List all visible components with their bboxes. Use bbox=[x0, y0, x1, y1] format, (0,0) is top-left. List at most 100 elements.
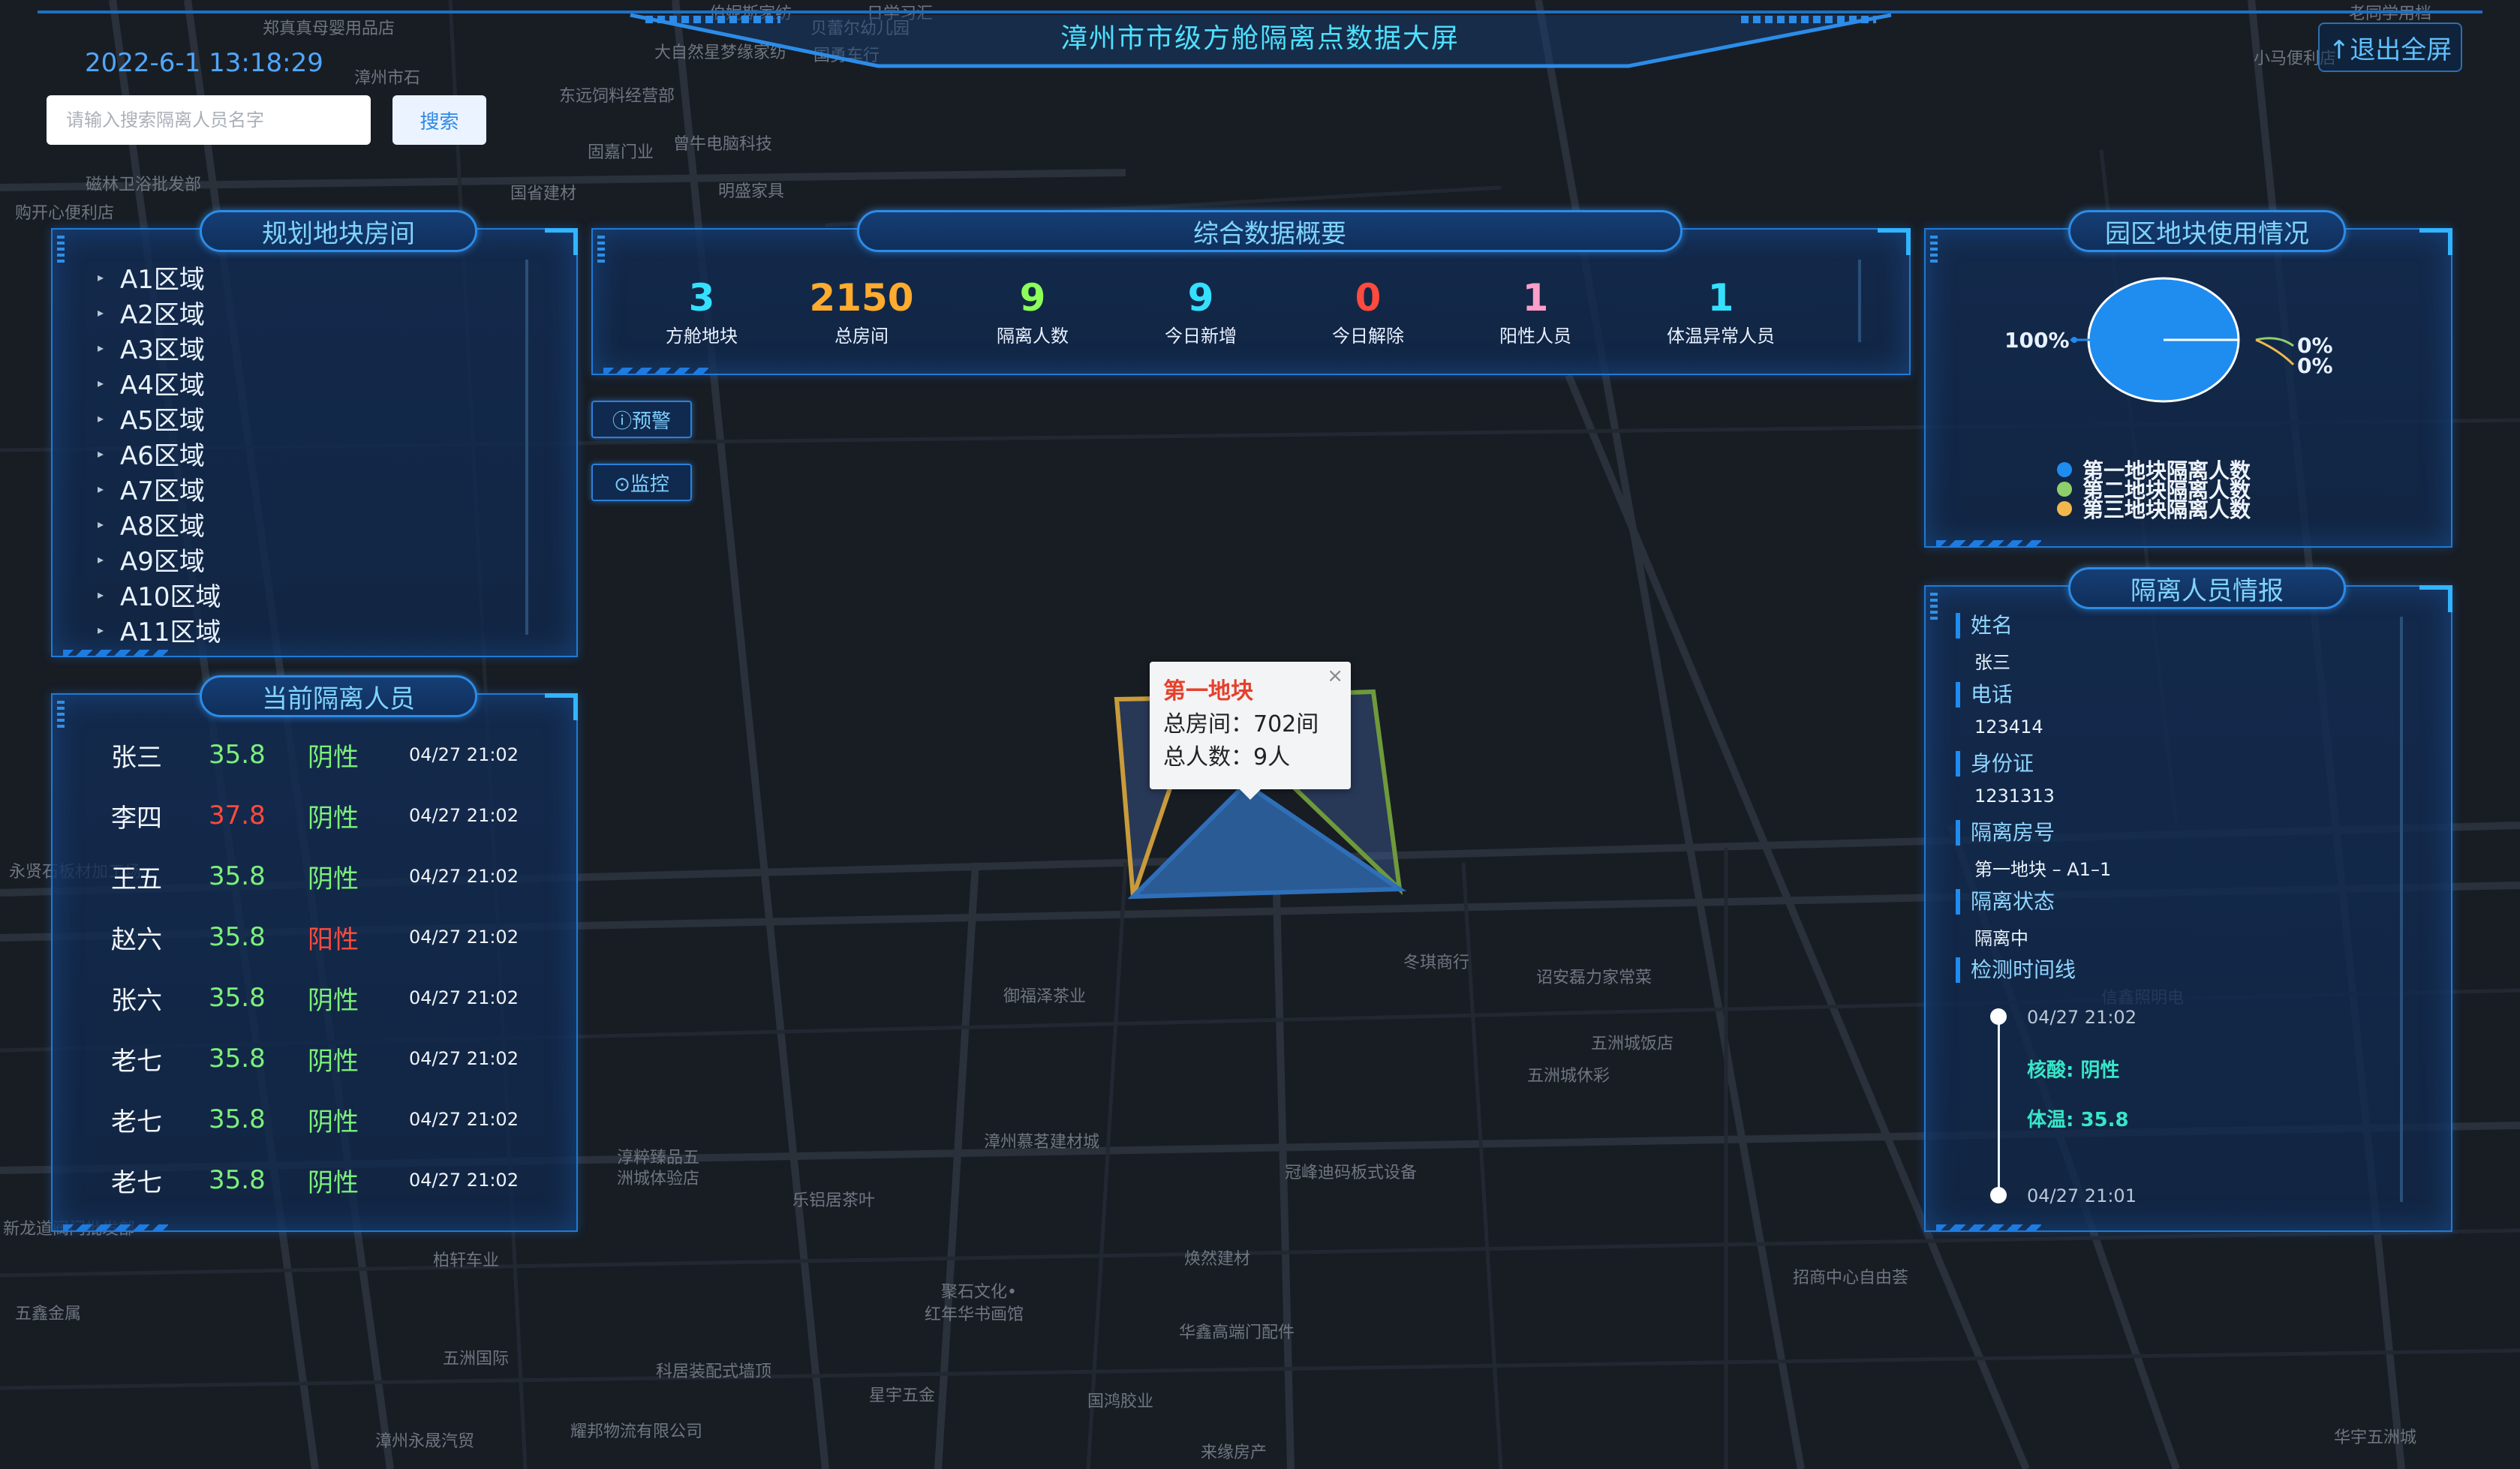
person-temperature: 35.8 bbox=[209, 740, 266, 770]
region-item[interactable]: ▸ A10区域 bbox=[98, 577, 221, 612]
summary-scrollbar[interactable] bbox=[1858, 260, 1861, 342]
region-item[interactable]: ▸ A7区域 bbox=[98, 471, 221, 506]
person-test-result: 阴性 bbox=[308, 1107, 359, 1137]
legend-label: 第三地块隔离人数 bbox=[2082, 497, 2251, 522]
region-item-label: A6区域 bbox=[120, 441, 205, 471]
stat-value: 2150 bbox=[809, 276, 914, 320]
info-field-label: 身份证 bbox=[1956, 751, 2034, 777]
stat-value: 9 bbox=[1187, 276, 1214, 320]
panel-corner-decoration bbox=[545, 228, 578, 255]
person-row[interactable]: 李四 37.8 阴性 04/27 21:02 bbox=[53, 793, 576, 838]
person-temperature: 35.8 bbox=[209, 1104, 266, 1134]
info-field-label: 隔离状态 bbox=[1956, 889, 2055, 915]
caret-right-icon[interactable]: ▸ bbox=[98, 587, 120, 602]
summary-stat: 0 今日解除 bbox=[1293, 276, 1443, 347]
person-temperature: 35.8 bbox=[209, 1165, 266, 1195]
usage-panel: 园区地块使用情况 100% 0% 0% 第一地块隔离人数 第二地块隔离人数 第三地块… bbox=[1924, 210, 2454, 548]
region-item[interactable]: ▸ A4区域 bbox=[98, 365, 221, 401]
panel-corner-decoration bbox=[1878, 228, 1911, 255]
info-field-label: 隔离房号 bbox=[1956, 820, 2055, 846]
person-test-result: 阴性 bbox=[308, 1167, 359, 1198]
pie-label-third: 0% bbox=[2297, 353, 2333, 378]
caret-right-icon[interactable]: ▸ bbox=[98, 305, 120, 320]
map-poi-label: 磁林卫浴批发部 bbox=[86, 176, 202, 194]
person-row[interactable]: 老七 35.8 阴性 04/27 21:02 bbox=[53, 1036, 576, 1081]
caret-right-icon[interactable]: ▸ bbox=[98, 376, 120, 390]
map-poi-label: 华宇五洲城 bbox=[2334, 1428, 2417, 1447]
region-item[interactable]: ▸ A11区域 bbox=[98, 612, 221, 647]
person-name: 王五 bbox=[111, 864, 162, 894]
person-temperature: 35.8 bbox=[209, 861, 266, 891]
caret-right-icon[interactable]: ▸ bbox=[98, 270, 120, 284]
panel-stripe-decoration bbox=[1930, 593, 1938, 623]
map-poi-label: 星宇五金 bbox=[869, 1386, 936, 1405]
timeline-start-time: 04/27 21:02 bbox=[2027, 1007, 2137, 1028]
info-field-value: 张三 bbox=[1974, 652, 2010, 673]
caret-right-icon[interactable]: ▸ bbox=[98, 552, 120, 566]
exit-fullscreen-button[interactable]: ↑退出全屏 bbox=[2318, 23, 2462, 72]
legend-item[interactable]: 第三地块隔离人数 bbox=[2057, 494, 2251, 524]
person-test-result: 阴性 bbox=[308, 985, 359, 1016]
region-item[interactable]: ▸ A3区域 bbox=[98, 330, 221, 365]
person-test-time: 04/27 21:02 bbox=[409, 744, 519, 765]
person-test-time: 04/27 21:02 bbox=[409, 927, 519, 948]
stat-label: 今日新增 bbox=[1165, 326, 1237, 347]
person-test-time: 04/27 21:02 bbox=[409, 1048, 519, 1069]
person-row[interactable]: 老七 35.8 阴性 04/27 21:02 bbox=[53, 1097, 576, 1142]
region-list-scrollbar[interactable] bbox=[525, 260, 528, 635]
region-item[interactable]: ▸ A1区域 bbox=[98, 260, 221, 295]
caret-right-icon[interactable]: ▸ bbox=[98, 446, 120, 461]
region-item[interactable]: ▸ A5区域 bbox=[98, 401, 221, 436]
map-poi-label: 耀邦物流有限公司 bbox=[570, 1422, 703, 1441]
info-scrollbar[interactable] bbox=[2400, 617, 2403, 1202]
info-field-value: 123414 bbox=[1974, 716, 2043, 738]
region-item[interactable]: ▸ A2区域 bbox=[98, 295, 221, 330]
person-row[interactable]: 张六 35.8 阴性 04/27 21:02 bbox=[53, 975, 576, 1020]
map-poi-label: 御福泽茶业 bbox=[1003, 987, 1087, 1006]
popup-title: 第一地块 bbox=[1163, 678, 1253, 704]
caret-right-icon[interactable]: ▸ bbox=[98, 341, 120, 355]
panel-stripe-decoration bbox=[597, 236, 605, 266]
region-item-label: A10区域 bbox=[120, 582, 221, 612]
caret-right-icon[interactable]: ▸ bbox=[98, 623, 120, 637]
warning-button[interactable]: ⓘ预警 bbox=[591, 401, 692, 438]
popup-close-icon[interactable]: × bbox=[1327, 665, 1343, 687]
stat-value: 9 bbox=[1019, 276, 1046, 320]
person-row[interactable]: 赵六 35.8 阳性 04/27 21:02 bbox=[53, 915, 576, 960]
caret-right-icon[interactable]: ▸ bbox=[98, 482, 120, 496]
person-row[interactable]: 老七 35.8 阴性 04/27 21:02 bbox=[53, 1158, 576, 1203]
person-temperature: 35.8 bbox=[209, 922, 266, 952]
region-item[interactable]: ▸ A9区域 bbox=[98, 542, 221, 577]
region-item[interactable]: ▸ A6区域 bbox=[98, 436, 221, 471]
region-item[interactable]: ▸ A8区域 bbox=[98, 506, 221, 542]
monitor-button[interactable]: ⊙监控 bbox=[591, 464, 692, 501]
usage-pie-chart[interactable]: 100% 0% 0% bbox=[1926, 275, 2454, 470]
map-poi-label: 来缘房产 bbox=[1201, 1443, 1268, 1462]
person-row[interactable]: 王五 35.8 阴性 04/27 21:02 bbox=[53, 854, 576, 899]
pie-label-main: 100% bbox=[2004, 328, 2070, 353]
map-poi-label: 明盛家具 bbox=[718, 182, 785, 201]
panel-stripe-decoration bbox=[57, 236, 65, 266]
person-test-time: 04/27 21:02 bbox=[409, 805, 519, 826]
info-field-value: 1231313 bbox=[1974, 786, 2055, 807]
pie-leader-dot-main bbox=[2071, 337, 2077, 343]
person-temperature: 35.8 bbox=[209, 983, 266, 1013]
caret-right-icon[interactable]: ▸ bbox=[98, 517, 120, 531]
person-name: 张六 bbox=[111, 985, 162, 1016]
person-name: 李四 bbox=[111, 803, 162, 834]
regions-panel: 规划地块房间 ▸ A1区域 ▸ A2区域 ▸ A3区域 ▸ A4区域 ▸ A5区域 ▸ A6区域 ▸ A7… bbox=[51, 210, 578, 657]
map-poi-label: 漳州慕茗建材城 bbox=[984, 1133, 1100, 1152]
stat-value: 0 bbox=[1355, 276, 1382, 320]
region-item-label: A11区域 bbox=[120, 617, 221, 647]
search-input[interactable] bbox=[47, 95, 371, 145]
summary-stat: 1 体温异常人员 bbox=[1646, 276, 1796, 347]
search-button[interactable]: 搜索 bbox=[392, 95, 486, 145]
caret-right-icon[interactable]: ▸ bbox=[98, 411, 120, 425]
map-poi-label: 洲城体验店 bbox=[617, 1170, 700, 1188]
person-row[interactable]: 张三 35.8 阴性 04/27 21:02 bbox=[53, 732, 576, 777]
region-item-label: A3区域 bbox=[120, 335, 205, 365]
map-poi-label: 冬琪商行 bbox=[1403, 954, 1470, 972]
person-test-result: 阴性 bbox=[308, 803, 359, 834]
summary-stat: 3 方舱地块 bbox=[627, 276, 777, 347]
person-test-result: 阴性 bbox=[308, 864, 359, 894]
